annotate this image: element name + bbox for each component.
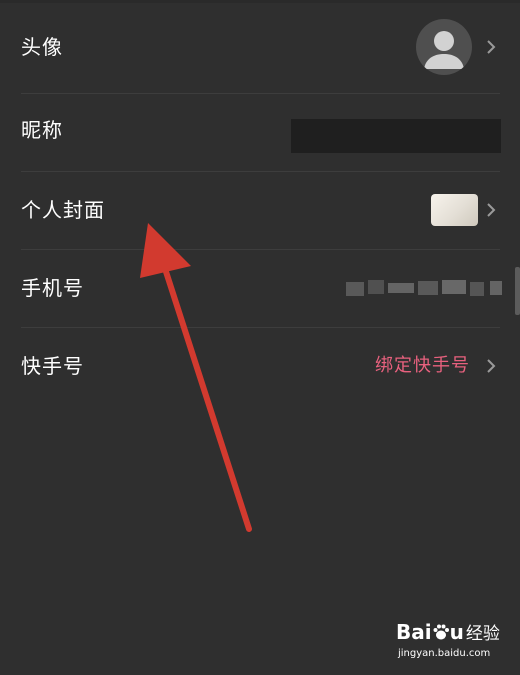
watermark-url: jingyan.baidu.com — [398, 648, 491, 659]
baidu-logo-text-2: u — [449, 620, 464, 644]
annotation-arrow-icon — [140, 223, 252, 532]
baidu-logo-cn: 经验 — [465, 624, 500, 644]
baidu-paw-icon — [432, 623, 450, 642]
baidu-jingyan-watermark: Bai u 经验 jingyan.baidu.com — [396, 622, 516, 668]
profile-settings-page: 头像 昵称 个人封面 手机号 快手号 绑定快手号 Bai u 经验 jingya… — [0, 0, 520, 675]
baidu-logo: Bai u 经验 — [396, 622, 500, 643]
baidu-logo-text-1: Bai — [396, 620, 432, 644]
